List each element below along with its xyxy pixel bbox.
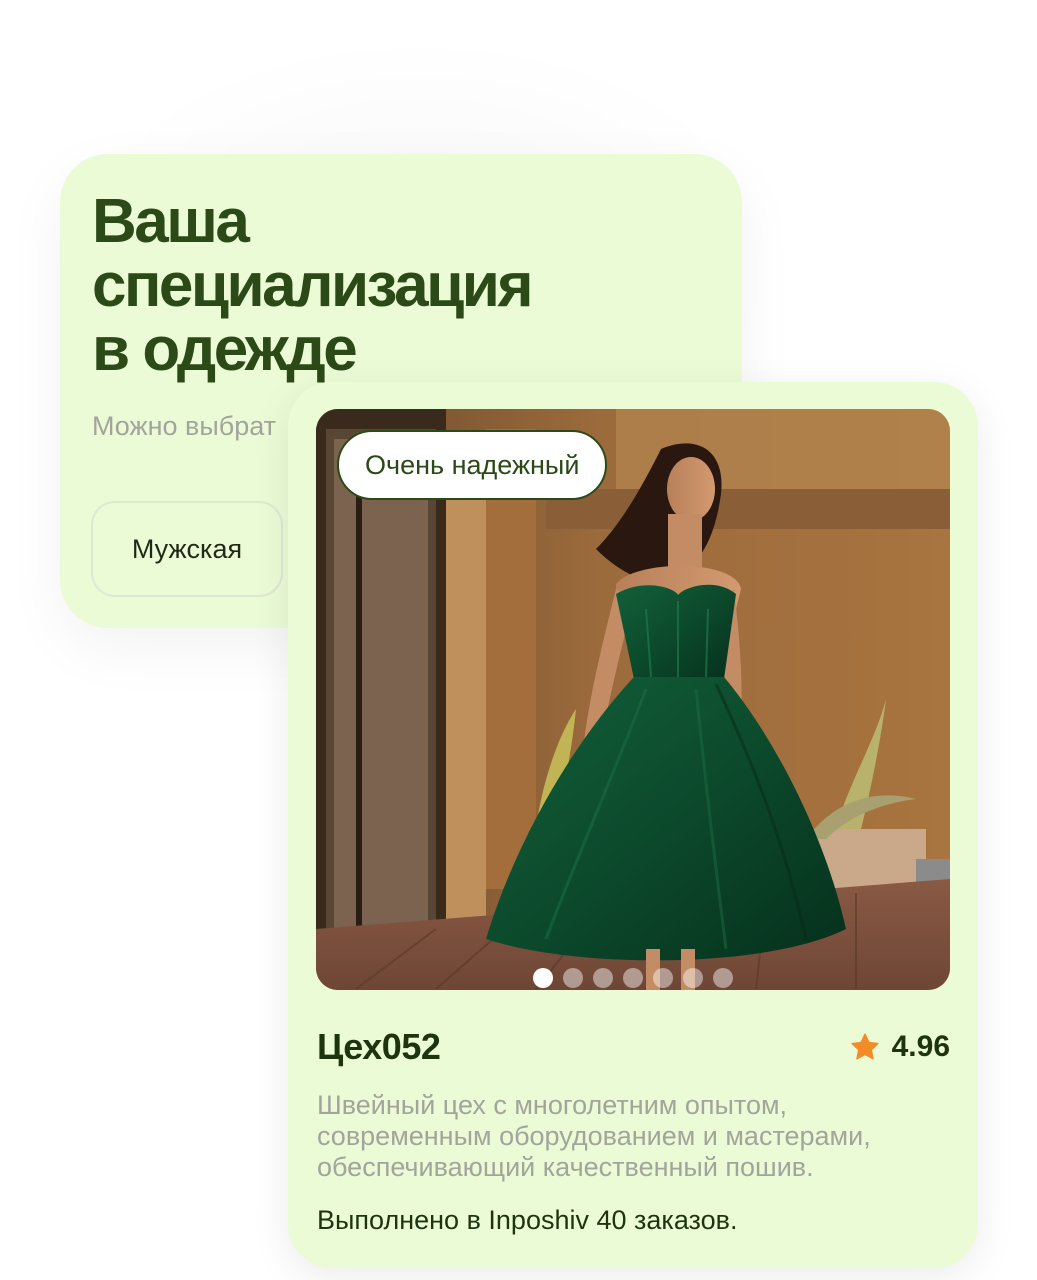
workshop-name[interactable]: Цех052 [317, 1026, 441, 1068]
title-line: в одежде [92, 315, 358, 384]
gallery-dot[interactable] [713, 968, 733, 988]
specialization-title: Ваша специализация в одежде [92, 190, 692, 382]
gallery-dot[interactable] [533, 968, 553, 988]
rating: 4.96 [850, 1030, 950, 1064]
workshop-card[interactable]: Очень надежный Цех052 4.96 Швейный цех с… [288, 382, 978, 1268]
orders-count-text: Выполнено в Inposhiv 40 заказов. [317, 1205, 738, 1235]
gallery-dot[interactable] [683, 968, 703, 988]
gallery-dot[interactable] [563, 968, 583, 988]
option-mens-button[interactable]: Мужская [91, 501, 283, 597]
specialization-subtitle: Можно выбрат [92, 411, 277, 441]
gallery-dot[interactable] [593, 968, 613, 988]
gallery-dot[interactable] [623, 968, 643, 988]
star-icon [850, 1033, 879, 1060]
title-line: Ваша [92, 187, 250, 256]
rating-value: 4.96 [891, 1030, 950, 1063]
title-line: специализация [92, 251, 534, 320]
gallery-dot[interactable] [653, 968, 673, 988]
workshop-description: Швейный цех с многолетним опытом, соврем… [317, 1090, 871, 1182]
reliability-badge: Очень надежный [337, 430, 608, 500]
gallery-dots[interactable] [533, 968, 733, 988]
